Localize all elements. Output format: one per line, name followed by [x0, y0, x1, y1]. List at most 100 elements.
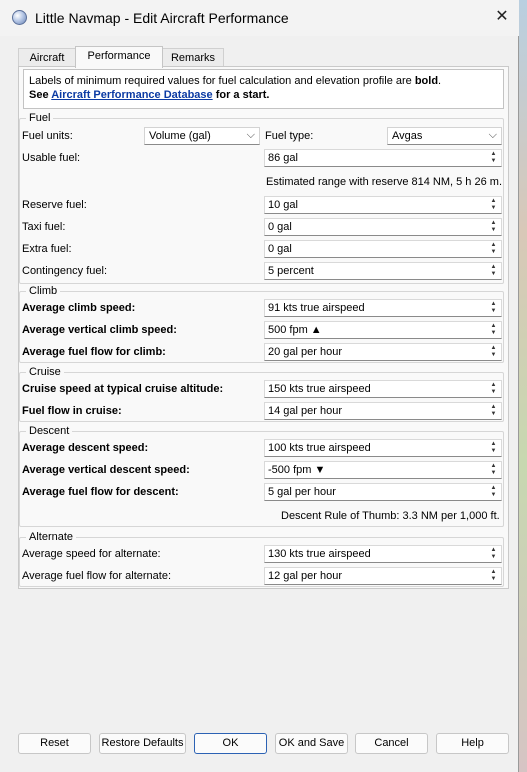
spin-down-icon[interactable]: ▼: [487, 389, 500, 396]
spin-arrows[interactable]: ▲ ▼: [487, 323, 500, 337]
descent-fuel-flow-spinbox[interactable]: 5 gal per hour ▲ ▼: [264, 483, 502, 501]
spin-arrows[interactable]: ▲ ▼: [487, 485, 500, 499]
reserve-fuel-spinbox[interactable]: 10 gal ▲ ▼: [264, 196, 502, 214]
climb-speed-spinbox[interactable]: 91 kts true airspeed ▲ ▼: [264, 299, 502, 317]
spin-up-icon[interactable]: ▲: [487, 242, 500, 249]
spin-down-icon[interactable]: ▼: [487, 576, 500, 583]
help-button[interactable]: Help: [436, 733, 509, 754]
fuel-type-value: Avgas: [392, 130, 423, 142]
spin-arrows[interactable]: ▲ ▼: [487, 382, 500, 396]
spin-down-icon[interactable]: ▼: [487, 227, 500, 234]
taxi-fuel-label: Taxi fuel:: [22, 221, 66, 233]
fuel-group-title: Fuel: [26, 112, 54, 124]
usable-fuel-spinbox[interactable]: 86 gal ▲ ▼: [264, 149, 502, 167]
spin-up-icon[interactable]: ▲: [487, 569, 500, 576]
spin-up-icon[interactable]: ▲: [487, 404, 500, 411]
info-bold-word: bold: [414, 75, 439, 87]
spin-arrows[interactable]: ▲ ▼: [487, 404, 500, 418]
spin-arrows[interactable]: ▲ ▼: [487, 198, 500, 212]
usable-fuel-label: Usable fuel:: [22, 152, 81, 164]
alternate-speed-spinbox[interactable]: 130 kts true airspeed ▲ ▼: [264, 545, 502, 563]
spin-arrows[interactable]: ▲ ▼: [487, 264, 500, 278]
alternate-fuel-flow-value: 12 gal per hour: [268, 570, 342, 582]
spin-arrows[interactable]: ▲ ▼: [487, 301, 500, 315]
spin-arrows[interactable]: ▲ ▼: [487, 463, 500, 477]
spin-up-icon[interactable]: ▲: [487, 382, 500, 389]
spin-arrows[interactable]: ▲ ▼: [487, 569, 500, 583]
climb-speed-value: 91 kts true airspeed: [268, 302, 365, 314]
cruise-speed-value: 150 kts true airspeed: [268, 383, 371, 395]
spin-down-icon[interactable]: ▼: [487, 249, 500, 256]
climb-vertical-speed-spinbox[interactable]: 500 fpm ▲ ▲ ▼: [264, 321, 502, 339]
spin-arrows[interactable]: ▲ ▼: [487, 547, 500, 561]
ok-button[interactable]: OK: [194, 733, 267, 754]
cruise-speed-spinbox[interactable]: 150 kts true airspeed ▲ ▼: [264, 380, 502, 398]
spin-up-icon[interactable]: ▲: [487, 264, 500, 271]
alternate-speed-label: Average speed for alternate:: [22, 548, 161, 560]
contingency-fuel-label: Contingency fuel:: [22, 265, 107, 277]
fuel-type-select[interactable]: Avgas ⌵: [387, 127, 502, 145]
spin-up-icon[interactable]: ▲: [487, 485, 500, 492]
fuel-units-select[interactable]: Volume (gal) ⌵: [144, 127, 260, 145]
cancel-button[interactable]: Cancel: [355, 733, 428, 754]
spin-down-icon[interactable]: ▼: [487, 308, 500, 315]
spin-arrows[interactable]: ▲ ▼: [487, 242, 500, 256]
alternate-fuel-flow-label: Average fuel flow for alternate:: [22, 570, 171, 582]
info-start: for a start.: [212, 89, 270, 101]
spin-up-icon[interactable]: ▲: [487, 441, 500, 448]
descent-group-title: Descent: [26, 425, 73, 437]
climb-fuel-flow-spinbox[interactable]: 20 gal per hour ▲ ▼: [264, 343, 502, 361]
ok-and-save-button[interactable]: OK and Save: [275, 733, 348, 754]
spin-down-icon[interactable]: ▼: [487, 330, 500, 337]
taxi-fuel-value: 0 gal: [268, 221, 292, 233]
spin-down-icon[interactable]: ▼: [487, 470, 500, 477]
climb-fuel-flow-label: Average fuel flow for climb:: [22, 346, 166, 358]
descent-speed-spinbox[interactable]: 100 kts true airspeed ▲ ▼: [264, 439, 502, 457]
descent-vertical-speed-spinbox[interactable]: -500 fpm ▼ ▲ ▼: [264, 461, 502, 479]
descent-fuel-flow-label: Average fuel flow for descent:: [22, 486, 179, 498]
spin-up-icon[interactable]: ▲: [487, 220, 500, 227]
contingency-fuel-spinbox[interactable]: 5 percent ▲ ▼: [264, 262, 502, 280]
tab-performance[interactable]: Performance: [75, 46, 163, 68]
reset-button[interactable]: Reset: [18, 733, 91, 754]
restore-defaults-button[interactable]: Restore Defaults: [99, 733, 186, 754]
spin-down-icon[interactable]: ▼: [487, 492, 500, 499]
cruise-speed-label: Cruise speed at typical cruise altitude:: [22, 383, 224, 395]
spin-up-icon[interactable]: ▲: [487, 345, 500, 352]
spin-down-icon[interactable]: ▼: [487, 352, 500, 359]
spin-up-icon[interactable]: ▲: [487, 198, 500, 205]
spin-up-icon[interactable]: ▲: [487, 151, 500, 158]
performance-database-link[interactable]: Aircraft Performance Database: [51, 89, 212, 101]
spin-down-icon[interactable]: ▼: [487, 158, 500, 165]
spin-down-icon[interactable]: ▼: [487, 554, 500, 561]
climb-vertical-speed-value: 500 fpm ▲: [268, 324, 322, 336]
tab-aircraft[interactable]: Aircraft: [18, 48, 76, 67]
spin-arrows[interactable]: ▲ ▼: [487, 345, 500, 359]
close-button[interactable]: ✕: [489, 4, 515, 30]
spin-arrows[interactable]: ▲ ▼: [487, 441, 500, 455]
climb-fuel-flow-value: 20 gal per hour: [268, 346, 342, 358]
spin-up-icon[interactable]: ▲: [487, 301, 500, 308]
spin-up-icon[interactable]: ▲: [487, 547, 500, 554]
spin-down-icon[interactable]: ▼: [487, 448, 500, 455]
spin-arrows[interactable]: ▲ ▼: [487, 220, 500, 234]
taxi-fuel-spinbox[interactable]: 0 gal ▲ ▼: [264, 218, 502, 236]
spin-down-icon[interactable]: ▼: [487, 205, 500, 212]
spin-up-icon[interactable]: ▲: [487, 323, 500, 330]
reserve-fuel-value: 10 gal: [268, 199, 298, 211]
tab-remarks[interactable]: Remarks: [162, 48, 224, 67]
climb-group-title: Climb: [26, 285, 61, 297]
spin-down-icon[interactable]: ▼: [487, 411, 500, 418]
cruise-fuel-flow-spinbox[interactable]: 14 gal per hour ▲ ▼: [264, 402, 502, 420]
alternate-fuel-flow-spinbox[interactable]: 12 gal per hour ▲ ▼: [264, 567, 502, 585]
fuel-type-label: Fuel type:: [265, 130, 314, 142]
chevron-down-icon: ⌵: [246, 129, 255, 141]
spin-down-icon[interactable]: ▼: [487, 271, 500, 278]
fuel-units-value: Volume (gal): [149, 130, 211, 142]
spin-up-icon[interactable]: ▲: [487, 463, 500, 470]
spin-arrows[interactable]: ▲ ▼: [487, 151, 500, 165]
background-map-strip: [518, 0, 527, 772]
descent-vertical-speed-value: -500 fpm ▼: [268, 464, 326, 476]
extra-fuel-spinbox[interactable]: 0 gal ▲ ▼: [264, 240, 502, 258]
climb-vertical-speed-label: Average vertical climb speed:: [22, 324, 177, 336]
